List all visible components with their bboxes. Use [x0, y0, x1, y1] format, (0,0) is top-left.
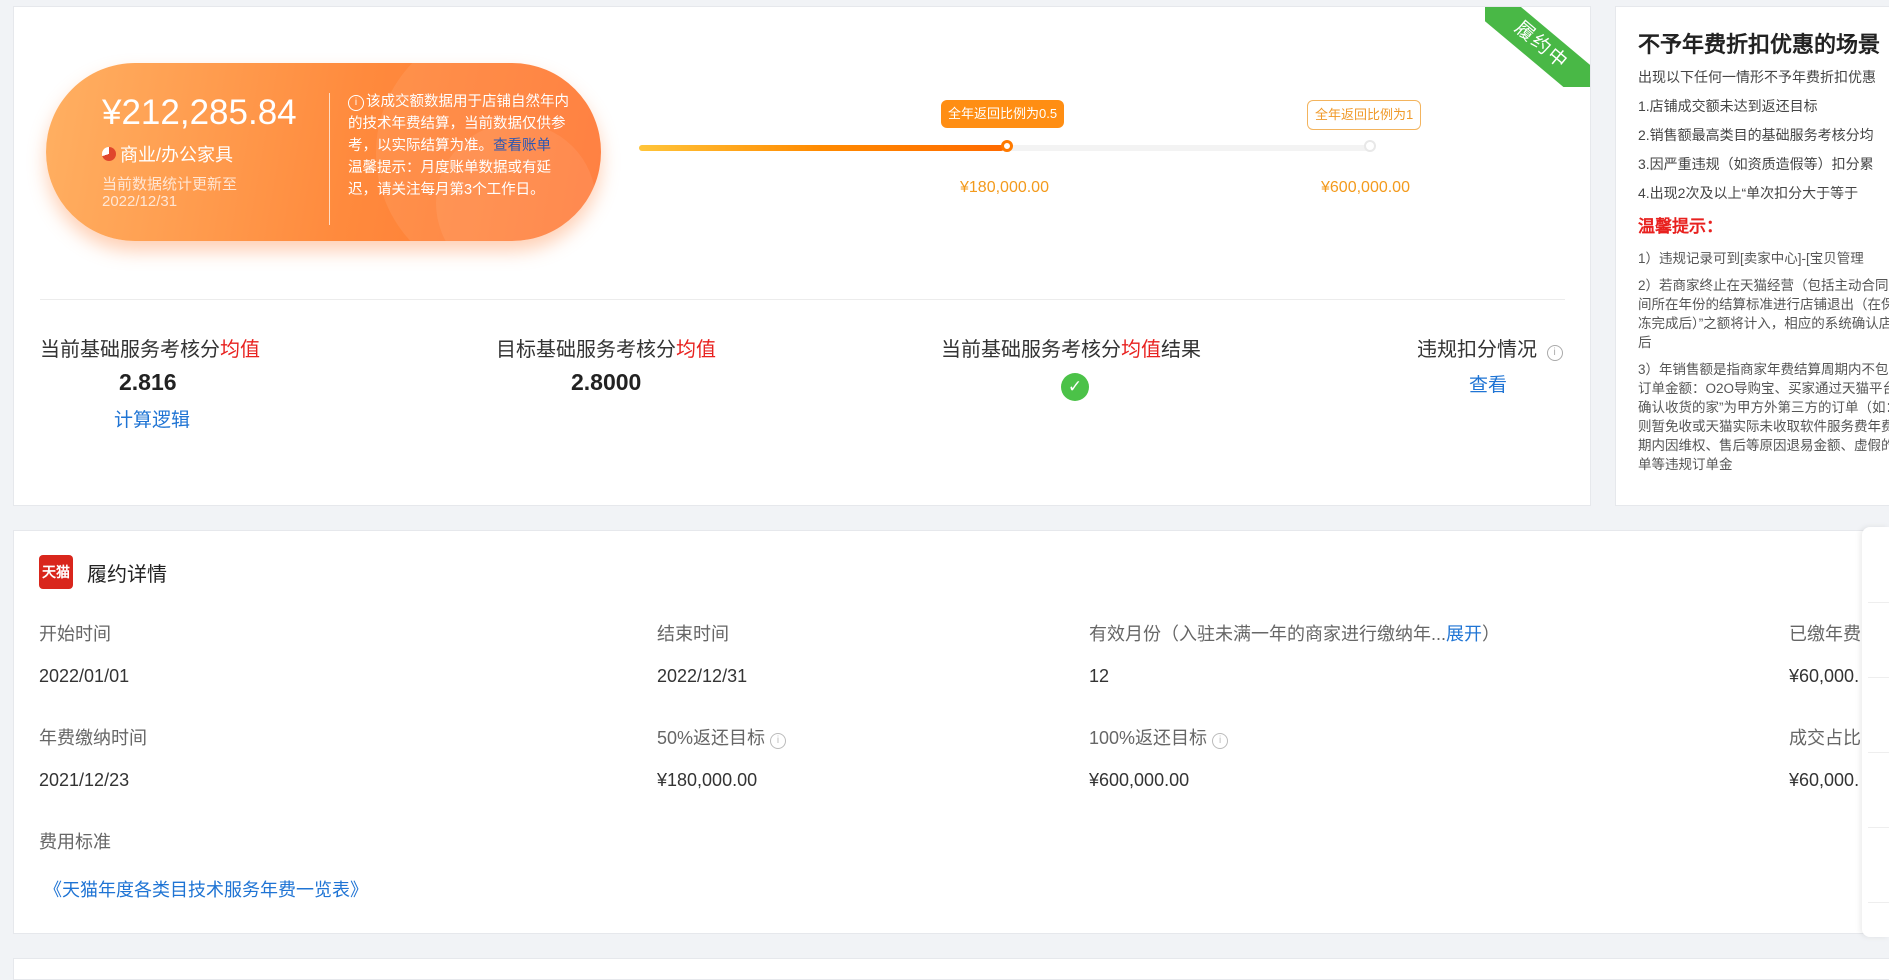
milestone-half-amount: ¥180,000.00: [960, 179, 1049, 196]
turnover-note: i 该成交额数据用于店铺自然年内的技术年费结算，当前数据仅供参考，以实际结算为准。…: [348, 91, 578, 201]
target-100-value: ¥600,000.00: [1089, 770, 1190, 790]
pie-chart-icon: [102, 147, 116, 161]
turnover-ratio-value: ¥60,000.: [1789, 770, 1860, 790]
start-time-value: 2022/01/01: [39, 666, 130, 686]
return-ratio-tip-full: 全年返回比例为1: [1307, 100, 1422, 130]
valid-months-label: 有效月份（入驻未满一年的商家进行缴纳年...展开）: [1089, 620, 1500, 646]
milestone-full-amount: ¥600,000.00: [1321, 179, 1410, 196]
target-score-label: 目标基础服务考核分均值: [496, 333, 716, 362]
paid-fee-value: ¥60,000.: [1789, 666, 1860, 686]
category-row: 商业/办公家具: [102, 141, 233, 167]
current-score-label: 当前基础服务考核分均值: [40, 333, 260, 362]
current-score-value: 2.816: [119, 369, 177, 395]
fee-standard-link[interactable]: 《天猫年度各类目技术服务年费一览表》: [44, 876, 368, 902]
target-50-label: 50%返还目标 i: [657, 724, 788, 750]
start-time-label: 开始时间: [39, 624, 111, 644]
info-icon[interactable]: i: [770, 733, 787, 749]
detail-title: 履约详情: [87, 563, 167, 586]
info-icon: i: [348, 95, 364, 111]
turnover-ratio-label: 成交占比: [1789, 728, 1861, 748]
detail-header: 天猫 履约详情: [39, 555, 167, 589]
violation-label: 违规扣分情况 i: [1417, 333, 1565, 362]
section-divider: [40, 299, 1565, 300]
target-100-label: 100%返还目标 i: [1089, 724, 1230, 750]
violation-label-text: 违规扣分情况: [1417, 339, 1537, 361]
check-icon: ✓: [1061, 373, 1089, 401]
current-score-label-highlight: 均值: [220, 339, 260, 361]
target-100-label-text: 100%返还目标: [1089, 728, 1208, 748]
summary-card: 履约中 ¥212,285.84 商业/办公家具 当前数据统计更新至 2022/1…: [13, 6, 1591, 506]
calc-logic-link[interactable]: 计算逻辑: [114, 405, 190, 432]
return-progress-bar: [639, 140, 1376, 152]
rules-intro: 出现以下任何一情形不予年费折扣优惠: [1638, 69, 1876, 85]
info-icon[interactable]: i: [1546, 345, 1563, 361]
return-progress-fill: [639, 145, 1004, 151]
status-ribbon-label: 履约中: [1485, 7, 1590, 87]
end-time-label: 结束时间: [657, 624, 729, 644]
payment-time-label: 年费缴纳时间: [39, 728, 147, 748]
target-50-label-text: 50%返还目标: [657, 728, 766, 748]
target-50-value: ¥180,000.00: [657, 770, 758, 790]
payment-time-value: 2021/12/23: [39, 770, 130, 790]
turnover-panel: ¥212,285.84 商业/办公家具 当前数据统计更新至 2022/12/31…: [46, 63, 601, 241]
target-score-label-highlight: 均值: [676, 339, 716, 361]
score-result-label-highlight: 均值: [1121, 339, 1161, 361]
view-violations-link[interactable]: 查看: [1469, 370, 1507, 397]
rules-item: 1.店铺成交额未达到返还目标: [1638, 98, 1818, 114]
warm-tip-paragraph: 1）违规记录可到[卖家中心]-[宝贝管理: [1638, 251, 1864, 266]
floating-side-toolbar[interactable]: [1862, 527, 1889, 937]
warm-tip-paragraph: 2）若商家终止在天猫经营（包括主动合同截止时间所在年份的结算标准进行店铺退出（在…: [1638, 278, 1889, 350]
rules-title: 不予年费折扣优惠的场景: [1638, 32, 1881, 57]
warm-tips-title: 温馨提示：: [1638, 217, 1723, 236]
valid-months-label-close: ）: [1482, 624, 1501, 644]
note-tip: 温馨提示：月度账单数据或有延迟，请关注每月第3个工作日。: [348, 160, 551, 198]
status-ribbon: 履约中: [1485, 7, 1590, 87]
panel-divider: [329, 93, 330, 225]
turnover-amount: ¥212,285.84: [102, 93, 297, 132]
end-time-value: 2022/12/31: [657, 666, 748, 686]
update-date: 2022/12/31: [102, 193, 178, 210]
tmall-logo-icon: 天猫: [39, 555, 73, 589]
score-result-label-suffix: 结果: [1161, 339, 1201, 361]
score-result-label-text: 当前基础服务考核分: [941, 339, 1121, 361]
warm-tip-paragraph: 3）年销售额是指商家年费结算周期内不包含以下订单金额：O2O导购宝、买家通过天猫…: [1638, 362, 1889, 472]
rules-item: 4.出现2次及以上“单次扣分大于等于: [1638, 185, 1859, 201]
milestone-full-marker: [1364, 140, 1376, 152]
milestone-half-marker: [1001, 140, 1013, 152]
fee-standard-label: 费用标准: [39, 832, 111, 852]
score-result-label: 当前基础服务考核分均值结果: [941, 333, 1201, 362]
update-note: 当前数据统计更新至: [102, 176, 238, 193]
info-icon[interactable]: i: [1212, 733, 1229, 749]
rules-item: 2.销售额最高类目的基础服务考核分均: [1638, 127, 1874, 143]
return-ratio-tip-half: 全年返回比例为0.5: [941, 100, 1065, 128]
current-score-label-text: 当前基础服务考核分: [40, 339, 220, 361]
next-section-card: [13, 958, 1889, 980]
category-label: 商业/办公家具: [120, 145, 234, 165]
valid-months-value: 12: [1089, 666, 1110, 686]
valid-months-label-text: 有效月份（入驻未满一年的商家进行缴纳年...: [1089, 624, 1447, 644]
expand-link[interactable]: 展开: [1446, 624, 1482, 644]
contract-detail-card: 天猫 履约详情 开始时间 2022/01/01 结束时间 2022/12/31 …: [13, 530, 1889, 934]
discount-rules-panel: 不予年费折扣优惠的场景 出现以下任何一情形不予年费折扣优惠 1.店铺成交额未达到…: [1615, 6, 1889, 506]
view-bill-link[interactable]: 查看账单: [493, 138, 551, 154]
target-score-value: 2.8000: [571, 369, 642, 395]
rules-item: 3.因严重违规（如资质造假等）扣分累: [1638, 156, 1874, 172]
paid-fee-label: 已缴年费: [1789, 624, 1861, 644]
target-score-label-text: 目标基础服务考核分: [496, 339, 676, 361]
